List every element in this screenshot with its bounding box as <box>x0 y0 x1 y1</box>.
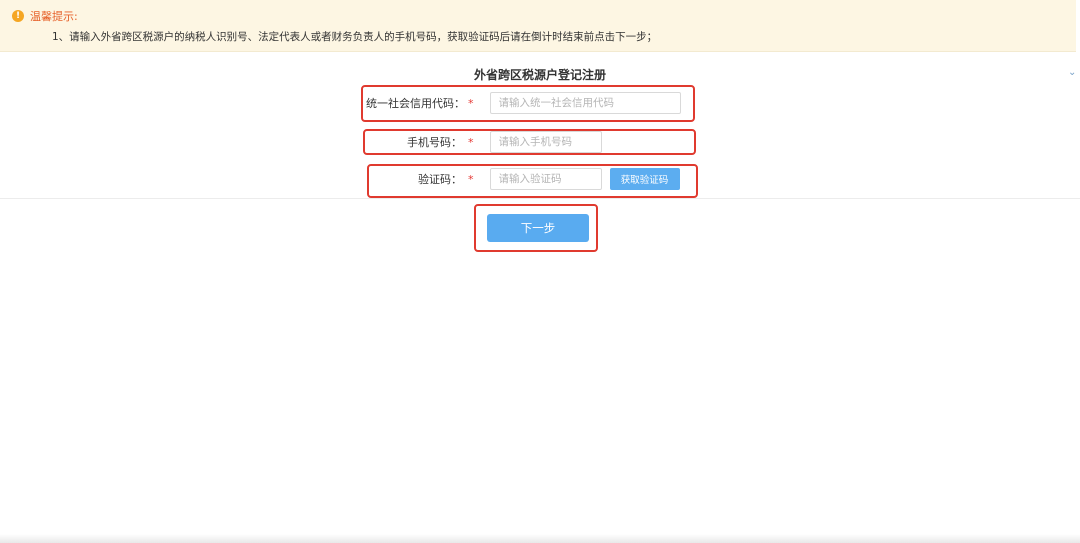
verify-code-row: 验证码： * 获取验证码 <box>366 168 680 190</box>
verify-code-input[interactable] <box>489 168 602 190</box>
notice-header: ! 温馨提示: <box>12 8 78 24</box>
bottom-shadow <box>0 534 1080 543</box>
phone-row: 手机号码： * <box>366 131 602 153</box>
verify-code-label: 验证码： <box>418 173 462 186</box>
get-verify-code-button[interactable]: 获取验证码 <box>609 168 680 190</box>
notice-banner: ! 温馨提示: 1、请输入外省跨区税源户的纳税人识别号、法定代表人或者财务负责人… <box>0 0 1076 52</box>
required-mark: * <box>468 96 474 110</box>
credit-code-input[interactable] <box>489 92 681 114</box>
next-step-button[interactable]: 下一步 <box>487 214 589 242</box>
form-title: 外省跨区税源户登记注册 <box>473 68 606 82</box>
warning-icon: ! <box>12 10 24 22</box>
divider <box>0 198 1080 199</box>
required-mark: * <box>468 135 474 149</box>
chevron-down-icon[interactable]: ⌄ <box>1068 68 1078 78</box>
notice-text: 1、请输入外省跨区税源户的纳税人识别号、法定代表人或者财务负责人的手机号码，获取… <box>52 31 658 43</box>
phone-input[interactable] <box>489 131 602 153</box>
phone-label: 手机号码： <box>407 136 462 149</box>
credit-code-label: 统一社会信用代码： <box>366 97 465 110</box>
credit-code-row: 统一社会信用代码： * <box>366 92 681 114</box>
required-mark: * <box>468 172 474 186</box>
notice-title: 温馨提示: <box>30 10 78 23</box>
